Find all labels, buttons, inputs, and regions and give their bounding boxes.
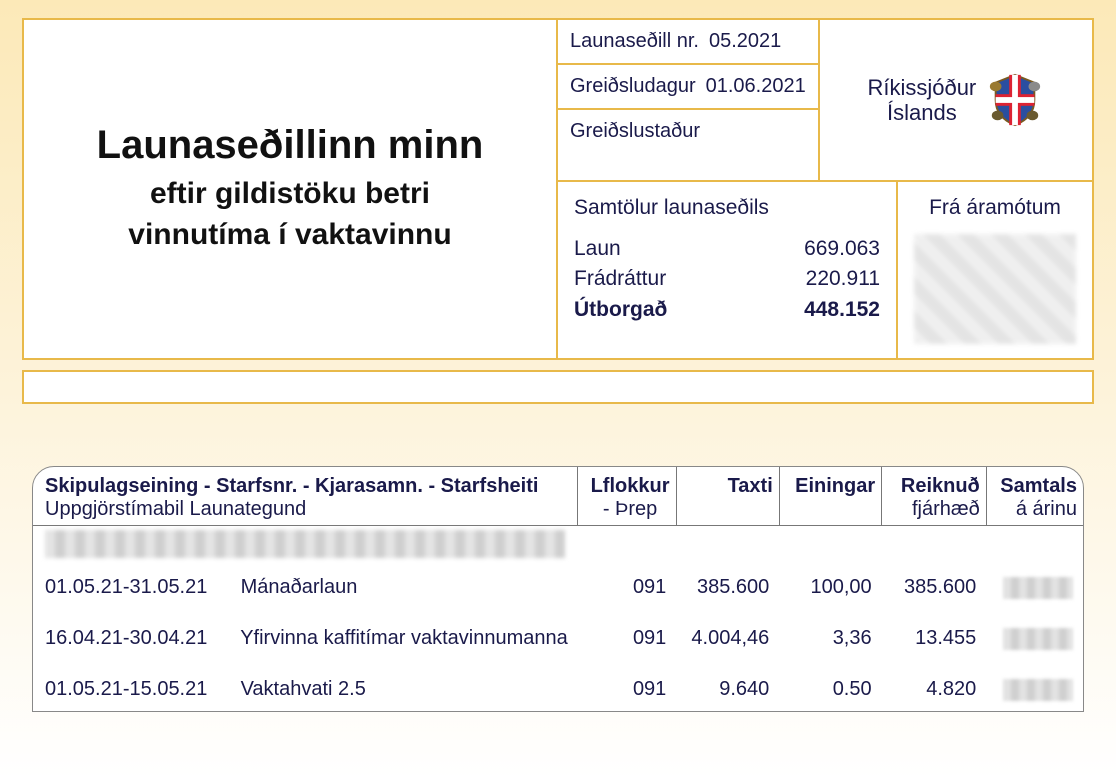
paypoint-cell: Greiðslustaður: [556, 110, 818, 182]
row-lflokkur: 091: [578, 609, 677, 660]
table-row: 01.05.21-31.05.21 Mánaðarlaun 091 385.60…: [33, 558, 1083, 609]
th-col1-line2: Uppgjörstímabil Launategund: [45, 498, 571, 521]
row-type: Vaktahvati 2.5: [241, 678, 366, 700]
separator-bar: [22, 370, 1094, 404]
redacted-block: [914, 234, 1076, 344]
row-taxti: 4.004,46: [676, 609, 779, 660]
row-einingar: 100,00: [779, 558, 881, 609]
summary-label: Frádráttur: [574, 264, 666, 294]
coat-of-arms-icon: [986, 71, 1044, 129]
th-col2-line2: - Þrep: [590, 498, 670, 521]
ytd-panel: Frá áramótum: [898, 182, 1092, 358]
slip-number-cell: Launaseðill nr. 05.2021: [556, 20, 818, 65]
title-subtitle: eftir gildistöku betri vinnutíma í vakta…: [128, 174, 451, 255]
slip-number-value: 05.2021: [709, 30, 781, 53]
title-main: Launaseðillinn minn: [97, 123, 484, 168]
summary-value: 220.911: [806, 264, 880, 294]
payslip-document: Launaseðillinn minn eftir gildistöku bet…: [0, 0, 1116, 712]
row-fjarhaed: 385.600: [882, 558, 987, 609]
row-fjarhaed: 4.820: [882, 660, 987, 711]
table-row: 16.04.21-30.04.21 Yfirvinna kaffitímar v…: [33, 609, 1083, 660]
row-period: 16.04.21-30.04.21: [45, 627, 235, 650]
row-einingar: 0.50: [779, 660, 881, 711]
th-col4: Einingar: [795, 475, 875, 497]
paypoint-label: Greiðslustaður: [570, 120, 700, 170]
slip-number-label: Launaseðill nr.: [570, 30, 699, 53]
redacted-org-line: [45, 530, 565, 558]
row-taxti: 9.640: [676, 660, 779, 711]
summary-total-value: 448.152: [804, 295, 880, 325]
row-einingar: 3,36: [779, 609, 881, 660]
row-lflokkur: 091: [578, 660, 677, 711]
title-sub-line2: vinnutíma í vaktavinnu: [128, 218, 451, 251]
row-type: Yfirvinna kaffitímar vaktavinnumanna: [240, 627, 568, 649]
redacted-value: [1003, 679, 1073, 701]
redacted-value: [1003, 628, 1073, 650]
issuer-line1: Ríkissjóður: [867, 75, 976, 100]
paydate-cell: Greiðsludagur 01.06.2021: [556, 65, 818, 110]
table-header: Skipulagseining - Starfsnr. - Kjarasamn.…: [33, 467, 1083, 526]
summary-row-utborgad: Útborgað 448.152: [574, 295, 880, 325]
title-sub-line1: eftir gildistöku betri: [150, 177, 430, 210]
payslip-header-box: Launaseðillinn minn eftir gildistöku bet…: [22, 18, 1094, 360]
issuer-name: Ríkissjóður Íslands: [867, 75, 976, 126]
summary-value: 669.063: [804, 234, 880, 264]
row-period: 01.05.21-15.05.21: [45, 678, 235, 701]
th-col6-line1: Samtals: [1000, 475, 1077, 497]
summary-label: Laun: [574, 234, 621, 264]
issuer-line2: Íslands: [887, 100, 957, 125]
issuer-cell: Ríkissjóður Íslands: [818, 20, 1092, 182]
summary-panel: Samtölur launaseðils Laun 669.063 Frádrá…: [558, 182, 898, 358]
th-col5-line1: Reiknuð: [901, 475, 980, 497]
row-taxti: 385.600: [676, 558, 779, 609]
paydate-value: 01.06.2021: [706, 75, 806, 98]
summary-row-fradrattur: Frádráttur 220.911: [574, 264, 880, 294]
table-row: 01.05.21-15.05.21 Vaktahvati 2.5 091 9.6…: [33, 660, 1083, 711]
summary-heading: Samtölur launaseðils: [574, 196, 880, 220]
row-period: 01.05.21-31.05.21: [45, 576, 235, 599]
pay-items-table: Skipulagseining - Starfsnr. - Kjarasamn.…: [33, 467, 1083, 711]
th-col1-line1: Skipulagseining - Starfsnr. - Kjarasamn.…: [45, 475, 538, 497]
summary-total-label: Útborgað: [574, 295, 667, 325]
th-col2-line1: Lflokkur: [591, 475, 670, 497]
paydate-label: Greiðsludagur: [570, 75, 696, 98]
th-col6-line2: á árinu: [999, 498, 1077, 521]
title-panel: Launaseðillinn minn eftir gildistöku bet…: [24, 20, 556, 358]
th-col5-line2: fjárhæð: [894, 498, 980, 521]
summary-row-laun: Laun 669.063: [574, 234, 880, 264]
row-fjarhaed: 13.455: [882, 609, 987, 660]
row-type: Mánaðarlaun: [241, 576, 358, 598]
header-right-column: Launaseðill nr. 05.2021 Greiðsludagur 01…: [556, 20, 1092, 358]
line-items-section: Skipulagseining - Starfsnr. - Kjarasamn.…: [22, 466, 1094, 712]
redacted-value: [1003, 577, 1073, 599]
row-lflokkur: 091: [578, 558, 677, 609]
ytd-heading: Frá áramótum: [914, 196, 1076, 220]
th-col3: Taxti: [728, 475, 773, 497]
